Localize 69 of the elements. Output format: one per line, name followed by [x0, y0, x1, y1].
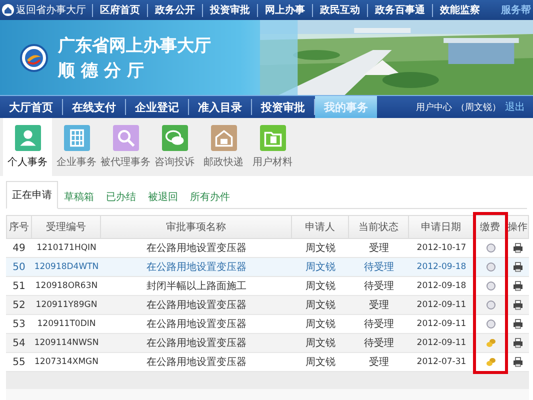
top-nav-link[interactable]: 政务百事通 — [367, 4, 432, 16]
category-button[interactable]: 个人事务 — [3, 118, 52, 176]
top-nav-link[interactable]: 网上办事 — [257, 4, 312, 16]
column-header: 申请人 — [292, 215, 349, 239]
search-icon — [112, 125, 138, 151]
house-icon — [210, 125, 236, 151]
category-button[interactable]: 企业事务 — [52, 118, 101, 176]
person-icon — [14, 125, 40, 151]
table-cell: 2012-09-11 — [409, 296, 474, 315]
help-link[interactable]: 服务帮 — [501, 3, 533, 17]
status-tab[interactable]: 所有办件 — [184, 186, 236, 208]
nav-tab[interactable]: 在线支付 — [63, 99, 126, 115]
table-cell: 1209114NWSN — [32, 334, 101, 353]
grid-icon — [64, 125, 90, 151]
table-cell: 在公路用地设置变压器 — [101, 258, 292, 277]
nav-tab[interactable]: 准入目录 — [189, 99, 252, 115]
printer-icon[interactable] — [513, 357, 523, 367]
printer-icon[interactable] — [513, 262, 523, 272]
table-cell: 2012-09-11 — [409, 334, 474, 353]
column-header: 审批事项名称 — [101, 215, 292, 239]
nav-tab[interactable]: 企业登记 — [126, 99, 189, 115]
category-button[interactable]: 被代理事务 — [101, 118, 150, 176]
table-cell: 待受理 — [349, 334, 409, 353]
printer-icon[interactable] — [513, 300, 523, 310]
logout-link[interactable]: 退出 — [505, 100, 525, 114]
top-nav-link[interactable]: 政务公开 — [147, 4, 202, 16]
table-cell: 120911Y89GN — [32, 296, 101, 315]
status-tab[interactable]: 被退回 — [142, 186, 184, 208]
column-header: 当前状态 — [349, 215, 409, 239]
printer-icon[interactable] — [513, 319, 523, 329]
nav-tab[interactable]: 大厅首页 — [0, 99, 63, 115]
category-button[interactable]: 邮政快递 — [199, 118, 248, 176]
column-header: 受理编号 — [32, 215, 101, 239]
table-cell: 在公路用地设置变压器 — [101, 296, 292, 315]
table-cell: 50 — [6, 258, 32, 277]
column-header: 操作 — [507, 215, 529, 239]
table-cell: 待受理 — [349, 258, 409, 277]
table-cell: 在公路用地设置变压器 — [101, 334, 292, 353]
site-title: 广东省网上办事大厅 — [58, 34, 211, 56]
status-tab[interactable]: 已办结 — [100, 186, 142, 208]
table-cell: 周文锐 — [292, 296, 349, 315]
printer-icon[interactable] — [513, 243, 523, 253]
folder-icon — [260, 125, 286, 151]
table-cell: 受理 — [349, 296, 409, 315]
home-icon — [2, 4, 14, 16]
table-cell: 120918D4WTN — [32, 258, 101, 277]
category-button[interactable]: 用户材料 — [248, 118, 297, 176]
logo-icon — [20, 44, 48, 72]
column-header: 序号 — [6, 215, 32, 239]
top-nav-link[interactable]: 投资审批 — [202, 4, 257, 16]
site-subtitle: 顺 德 分 厅 — [58, 60, 145, 82]
column-header: 申请日期 — [409, 215, 474, 239]
status-tab[interactable]: 草稿箱 — [58, 186, 100, 208]
category-button[interactable]: 咨询投诉 — [150, 118, 199, 176]
top-nav-link[interactable]: 政民互动 — [312, 4, 367, 16]
printer-icon[interactable] — [513, 281, 523, 291]
home-link[interactable]: 返回省办事大厅 — [0, 3, 92, 17]
table-cell: 52 — [6, 296, 32, 315]
user-center-link[interactable]: 用户中心 — [416, 100, 452, 114]
printer-icon[interactable] — [513, 338, 523, 348]
top-nav-link[interactable]: 区府首页 — [92, 4, 147, 16]
table-cell: 周文锐 — [292, 258, 349, 277]
table-cell: 周文锐 — [292, 334, 349, 353]
chat-icon — [162, 125, 188, 151]
status-tab[interactable]: 正在申请 — [6, 181, 58, 209]
table-cell: 2012-09-18 — [409, 258, 474, 277]
top-nav-link[interactable]: 效能监察 — [432, 4, 487, 16]
user-name: （周文锐） — [456, 102, 501, 114]
table-cell: 54 — [6, 334, 32, 353]
